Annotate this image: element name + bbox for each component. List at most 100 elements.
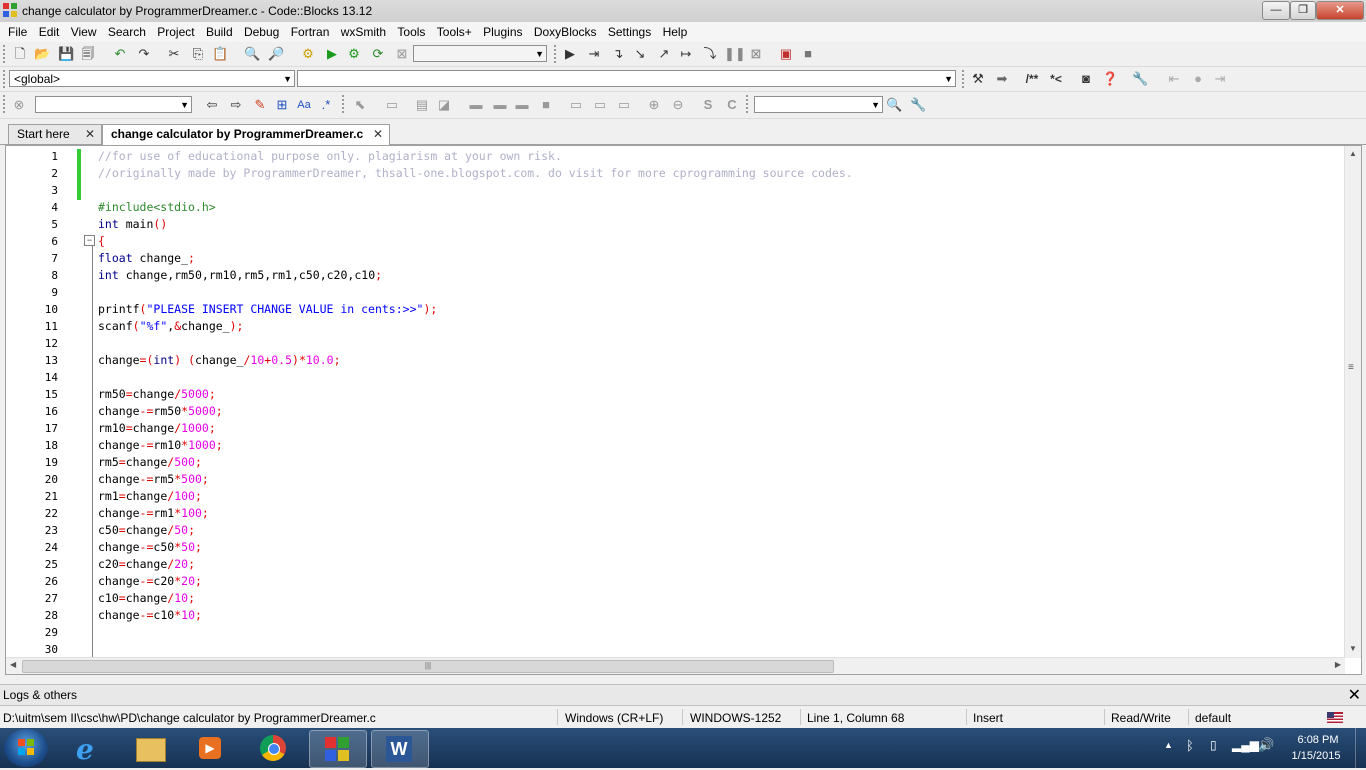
code-line[interactable]: c20=change/20; (98, 557, 195, 571)
menu-wxsmith[interactable]: wxSmith (341, 22, 386, 39)
tab-start-here[interactable]: Start here ✕ (8, 124, 102, 144)
rectangle-icon[interactable]: ▭ (384, 97, 400, 113)
toolbar-grip[interactable] (3, 95, 9, 113)
toolbar-grip[interactable] (962, 70, 968, 88)
code-line[interactable]: rm10=change/1000; (98, 421, 216, 435)
replace-icon[interactable]: 🔎 (268, 46, 284, 62)
highlight-icon[interactable]: ✎ (252, 97, 268, 113)
code-line[interactable]: printf("PLEASE INSERT CHANGE VALUE in ce… (98, 302, 437, 316)
info-icon[interactable]: ■ (800, 46, 816, 62)
s-icon[interactable]: S (700, 97, 716, 113)
bookmark-toggle-icon[interactable]: ● (1190, 71, 1206, 87)
vertical-scrollbar[interactable]: ▲ ≡ ▼ (1344, 146, 1361, 658)
block-icon[interactable]: ▬ (468, 97, 484, 113)
taskbar-codeblocks[interactable] (309, 730, 367, 768)
code-line[interactable]: change-=c50*50; (98, 540, 202, 554)
step-into-instruction-icon[interactable]: ⤵ (702, 46, 718, 62)
menu-view[interactable]: View (71, 22, 97, 39)
regex-icon[interactable]: .* (318, 97, 334, 113)
scroll-left-icon[interactable]: ◀ (10, 660, 16, 669)
horizontal-scroll-thumb[interactable]: ||| (22, 660, 834, 673)
build-and-run-icon[interactable]: ⚙ (346, 46, 362, 62)
menu-tools[interactable]: Tools (397, 22, 425, 39)
code-line[interactable]: change=(int) (change_/10+0.5)*10.0; (98, 353, 341, 367)
new-file-icon[interactable]: 🗋 (12, 46, 28, 62)
close-tab-icon[interactable]: ✕ (373, 125, 383, 144)
menu-debug[interactable]: Debug (244, 22, 279, 39)
find-icon[interactable]: 🔍 (244, 46, 260, 62)
incremental-search-input[interactable]: ▼ (35, 96, 192, 113)
shape-alt-icon[interactable]: ▭ (592, 97, 608, 113)
cut-icon[interactable]: ✂ (166, 46, 182, 62)
stop-debugger-icon[interactable]: ⊠ (748, 46, 764, 62)
run-chm-icon[interactable]: ❓ (1102, 71, 1118, 87)
run-icon[interactable]: ▶ (324, 46, 340, 62)
menu-build[interactable]: Build (206, 22, 233, 39)
thread-search-options-icon[interactable]: 🔧 (910, 97, 926, 113)
zoom-out-icon[interactable]: ⊖ (670, 97, 686, 113)
code-line[interactable]: change-=c20*20; (98, 574, 202, 588)
preferences-icon[interactable]: 🔧 (1132, 71, 1148, 87)
toolbar-grip[interactable] (746, 95, 752, 113)
taskbar-word[interactable]: W (371, 730, 429, 768)
code-line[interactable]: change-=c10*10; (98, 608, 202, 622)
thread-search-input[interactable]: ▼ (754, 96, 883, 113)
step-into-icon[interactable]: ↘ (632, 46, 648, 62)
code-line[interactable]: c50=change/50; (98, 523, 195, 537)
scroll-up-icon[interactable]: ▲ (1349, 149, 1357, 158)
menu-fortran[interactable]: Fortran (291, 22, 330, 39)
frame-icon[interactable]: ▤ (414, 97, 430, 113)
code-line[interactable]: change-=rm5*500; (98, 472, 209, 486)
extract-docs-icon[interactable]: ➡ (994, 71, 1010, 87)
run-to-cursor-icon[interactable]: ⇥ (586, 46, 602, 62)
taskbar-chrome[interactable] (246, 730, 302, 766)
find-previous-icon[interactable]: ⇦ (204, 97, 220, 113)
shape-icon[interactable]: ▭ (568, 97, 584, 113)
build-icon[interactable]: ⚙ (300, 46, 316, 62)
select-cursor-icon[interactable]: ⬉ (352, 97, 368, 113)
taskbar-internet-explorer[interactable]: e (62, 730, 118, 766)
paste-icon[interactable]: 📋 (212, 46, 228, 62)
block-alt-icon[interactable]: ▬ (492, 97, 508, 113)
scroll-down-icon[interactable]: ▼ (1349, 644, 1357, 653)
scroll-grip-icon[interactable]: ≡ (1348, 362, 1354, 373)
minimize-button[interactable]: — (1262, 1, 1290, 20)
abort-icon[interactable]: ⊠ (394, 46, 410, 62)
copy-icon[interactable]: ⎘ (190, 46, 206, 62)
scroll-right-icon[interactable]: ▶ (1335, 660, 1341, 669)
block-wide-icon[interactable]: ▬ (514, 97, 530, 113)
selected-text-only-icon[interactable]: ⊞ (274, 97, 290, 113)
clock-time[interactable]: 6:08 PM (1290, 734, 1346, 746)
debug-windows-icon[interactable]: ▣ (778, 46, 794, 62)
run-html-icon[interactable]: ◙ (1078, 71, 1094, 87)
show-desktop-button[interactable] (1355, 728, 1366, 768)
zoom-in-icon[interactable]: ⊕ (646, 97, 662, 113)
code-line[interactable]: change-=rm10*1000; (98, 438, 223, 452)
code-line[interactable]: float change_; (98, 251, 195, 265)
find-next-icon[interactable]: ⇨ (228, 97, 244, 113)
fold-toggle-icon[interactable]: − (84, 235, 95, 246)
code-line[interactable]: change-=rm1*100; (98, 506, 209, 520)
menu-plugins[interactable]: Plugins (483, 22, 522, 39)
taskbar-file-explorer[interactable] (122, 730, 178, 766)
show-hidden-icons[interactable]: ▲ (1164, 740, 1173, 750)
battery-icon[interactable]: ▯ (1210, 738, 1217, 752)
save-icon[interactable]: 💾 (58, 46, 74, 62)
redo-icon[interactable]: ↷ (136, 46, 152, 62)
taskbar-media-player[interactable]: ▶ (182, 730, 238, 766)
open-file-icon[interactable]: 📂 (34, 46, 50, 62)
menu-doxyblocks[interactable]: DoxyBlocks (534, 22, 597, 39)
code-line[interactable]: rm1=change/100; (98, 489, 202, 503)
menu-help[interactable]: Help (663, 22, 688, 39)
code-editor[interactable]: 1 2 3 4 5 6 7 8 9 10 11 12 13 14 15 16 17 18 19 20 21 22 23 24 2… (5, 145, 1362, 675)
toolbar-grip[interactable] (342, 95, 348, 113)
maximize-button[interactable]: ❐ (1290, 1, 1316, 20)
text-frame-icon[interactable]: ◪ (436, 97, 452, 113)
close-tab-icon[interactable]: ✕ (85, 125, 95, 144)
network-signal-icon[interactable]: ▂▄▆ (1232, 738, 1259, 752)
code-line[interactable]: int main() (98, 217, 167, 231)
toolbar-grip[interactable] (3, 45, 9, 63)
undo-icon[interactable]: ↶ (112, 46, 128, 62)
build-target-select[interactable]: ▼ (413, 45, 547, 62)
step-out-icon[interactable]: ↗ (656, 46, 672, 62)
